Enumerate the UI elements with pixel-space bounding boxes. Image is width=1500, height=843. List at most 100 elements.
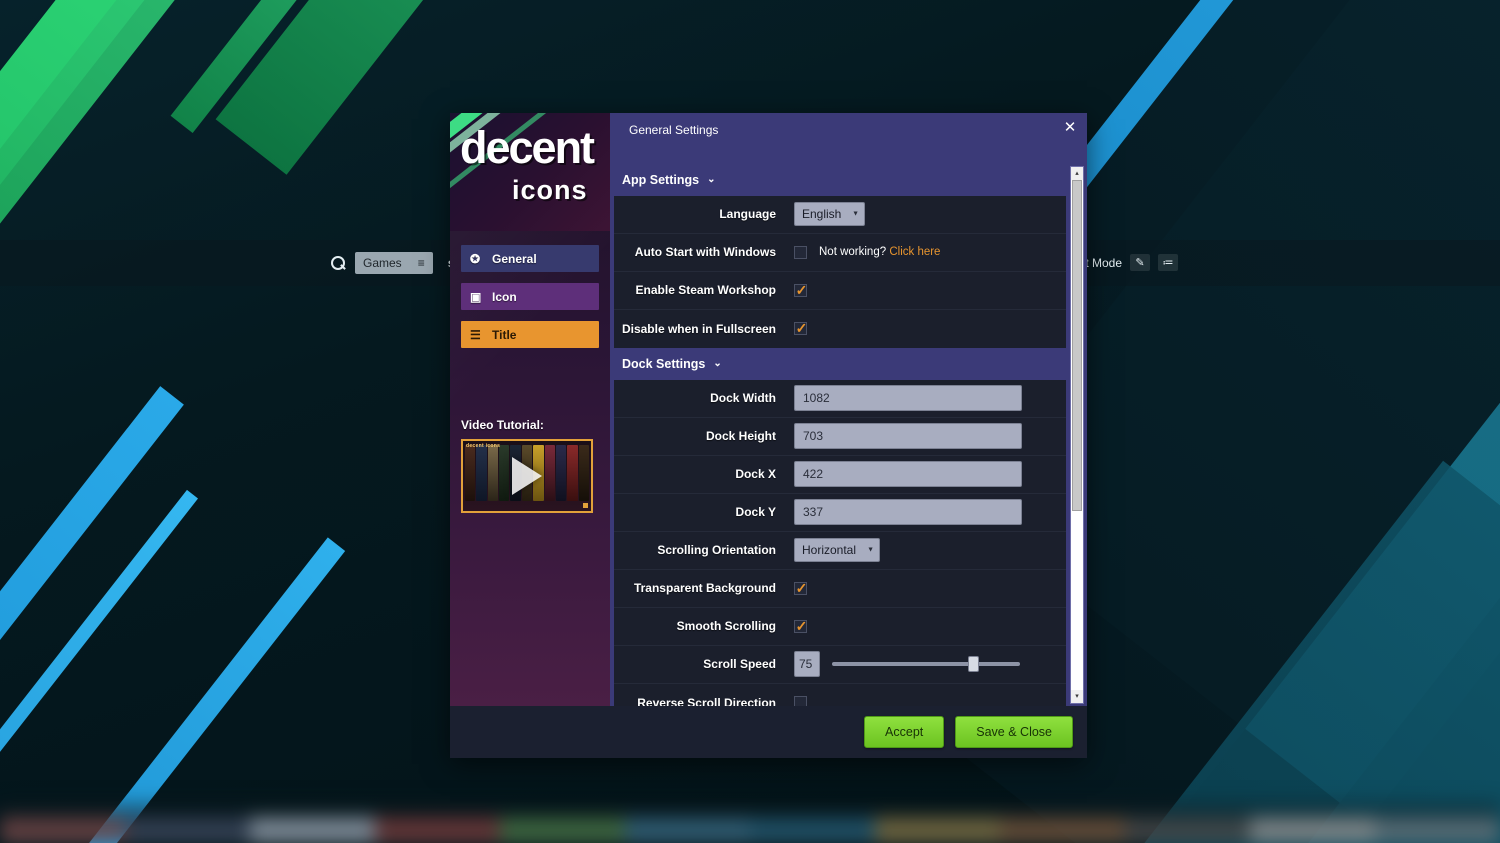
thumbnail-tag: decent icons (466, 443, 500, 449)
window-title: gear-icon General Settings (622, 123, 1075, 137)
smooth-scrolling-checkbox[interactable] (794, 620, 807, 633)
setting-label: Dock Y (614, 505, 794, 519)
section-body-app-settings: Language English (614, 196, 1066, 348)
slider-thumb[interactable] (968, 656, 979, 672)
disable-fullscreen-checkbox[interactable] (794, 322, 807, 335)
setting-row-dock-y: Dock Y (614, 494, 1066, 532)
setting-row-dock-width: Dock Width (614, 380, 1066, 418)
window-footer: Accept Save & Close (450, 706, 1087, 758)
scroll-down-arrow-icon[interactable]: ▾ (1071, 690, 1083, 703)
setting-row-transparent-background: Transparent Background (614, 570, 1066, 608)
hint-text: Not working? (819, 246, 886, 258)
chevron-down-icon: ⌄ (713, 358, 721, 369)
video-tutorial-thumbnail[interactable]: decent icons (461, 439, 593, 513)
settings-scroll-area: App Settings ⌄ Language English (610, 164, 1087, 706)
hamburger-icon: ☰ (470, 328, 484, 342)
settings-scrollbar[interactable]: ▴ ▾ (1070, 166, 1084, 704)
settings-sections: App Settings ⌄ Language English (610, 164, 1070, 706)
setting-label: Scroll Speed (614, 657, 794, 671)
transparent-background-checkbox[interactable] (794, 582, 807, 595)
logo-text-primary: decent (460, 127, 593, 170)
games-filter-pill[interactable]: Games ≡ (355, 252, 433, 274)
setting-row-dock-height: Dock Height (614, 418, 1066, 456)
setting-label: Disable when in Fullscreen (614, 322, 794, 336)
decor-stripe-green (0, 0, 193, 426)
settings-content: gear-icon General Settings ✕ App Setting… (610, 113, 1087, 706)
setting-label: Dock Width (614, 391, 794, 405)
auto-start-checkbox[interactable] (794, 246, 807, 259)
auto-start-hint: Not working? Click here (819, 246, 940, 258)
setting-label: Dock Height (614, 429, 794, 443)
games-filter-label: Games (363, 256, 402, 270)
reverse-scroll-checkbox[interactable] (794, 696, 807, 706)
sidebar-item-icon[interactable]: ▣ Icon (461, 283, 599, 310)
setting-row-language: Language English (614, 196, 1066, 234)
gear-icon: ✪ (470, 252, 484, 266)
setting-row-auto-start: Auto Start with Windows Not working? Cli… (614, 234, 1066, 272)
setting-row-smooth-scrolling: Smooth Scrolling (614, 608, 1066, 646)
window-title-text: General Settings (629, 123, 718, 137)
sidebar-item-general[interactable]: ✪ General (461, 245, 599, 272)
sidebar-item-label: Icon (492, 290, 517, 304)
image-icon: ▣ (470, 290, 484, 304)
setting-label: Smooth Scrolling (614, 619, 794, 633)
sidebar: decent icons ✪ General ▣ Icon ☰ Title (450, 113, 610, 706)
setting-label: Enable Steam Workshop (614, 283, 794, 297)
setting-label: Dock X (614, 467, 794, 481)
app-logo: decent icons (450, 113, 610, 231)
dock-width-input[interactable] (794, 385, 1022, 411)
filter-menu-icon[interactable]: ≡ (418, 256, 425, 270)
background-app-left-controls: chevron-down Games ≡ soft (322, 252, 470, 274)
list-options-icon[interactable]: ≔ (1158, 254, 1178, 271)
logo-text-secondary: icons (512, 175, 588, 206)
window-header: gear-icon General Settings ✕ (610, 113, 1087, 164)
decor-stripe-teal (1206, 107, 1500, 843)
decor-stripe-green (0, 0, 292, 338)
setting-label: Reverse Scroll Direction (614, 696, 794, 706)
scrollbar-track[interactable] (1071, 180, 1083, 690)
steam-workshop-checkbox[interactable] (794, 284, 807, 297)
general-settings-window: decent icons ✪ General ▣ Icon ☰ Title (450, 113, 1087, 758)
setting-row-scroll-speed: Scroll Speed (614, 646, 1066, 684)
sidebar-nav: ✪ General ▣ Icon ☰ Title (450, 231, 610, 348)
setting-label: Language (614, 207, 794, 221)
thumbnail-badge (583, 503, 588, 508)
setting-label: Scrolling Orientation (614, 543, 794, 557)
section-title: Dock Settings (622, 357, 705, 371)
close-icon[interactable]: ✕ (1062, 121, 1078, 137)
section-header-dock-settings[interactable]: Dock Settings ⌄ (610, 348, 1070, 380)
setting-row-scrolling-orientation: Scrolling Orientation Horizontal (614, 532, 1066, 570)
scrollbar-thumb[interactable] (1072, 180, 1082, 512)
save-close-button[interactable]: Save & Close (955, 716, 1073, 748)
video-tutorial-label: Video Tutorial: (461, 418, 599, 432)
decor-stripe-blue (0, 490, 198, 843)
video-tutorial-block: Video Tutorial: (450, 404, 610, 513)
dock-x-input[interactable] (794, 461, 1022, 487)
section-header-app-settings[interactable]: App Settings ⌄ (610, 164, 1070, 196)
scrolling-orientation-select[interactable]: Horizontal (794, 538, 880, 562)
scroll-up-arrow-icon[interactable]: ▴ (1071, 167, 1083, 180)
scroll-speed-input[interactable] (794, 651, 820, 677)
edit-icon[interactable]: ✎ (1130, 254, 1150, 271)
play-icon[interactable] (512, 457, 542, 495)
dock-y-input[interactable] (794, 499, 1022, 525)
setting-label: Transparent Background (614, 581, 794, 595)
sidebar-item-title[interactable]: ☰ Title (461, 321, 599, 348)
setting-row-reverse-scroll: Reverse Scroll Direction (614, 684, 1066, 706)
section-title: App Settings (622, 173, 699, 187)
taskbar-dock (0, 797, 1500, 843)
click-here-link[interactable]: Click here (889, 246, 940, 258)
language-select[interactable]: English (794, 202, 865, 226)
desktop-background: chevron-down Games ≡ soft Edit Mode ✎ ≔ (0, 0, 1500, 843)
dock-height-input[interactable] (794, 423, 1022, 449)
section-body-dock-settings: Dock Width Dock Height (614, 380, 1066, 706)
decor-stripe-green (171, 0, 458, 133)
sidebar-item-label: General (492, 252, 537, 266)
accept-button[interactable]: Accept (864, 716, 944, 748)
setting-row-disable-fullscreen: Disable when in Fullscreen (614, 310, 1066, 348)
decor-stripe-blue (0, 386, 184, 843)
scroll-speed-slider[interactable] (832, 662, 1020, 666)
setting-row-steam-workshop: Enable Steam Workshop (614, 272, 1066, 310)
setting-label: Auto Start with Windows (614, 245, 794, 259)
search-icon[interactable] (331, 256, 346, 271)
